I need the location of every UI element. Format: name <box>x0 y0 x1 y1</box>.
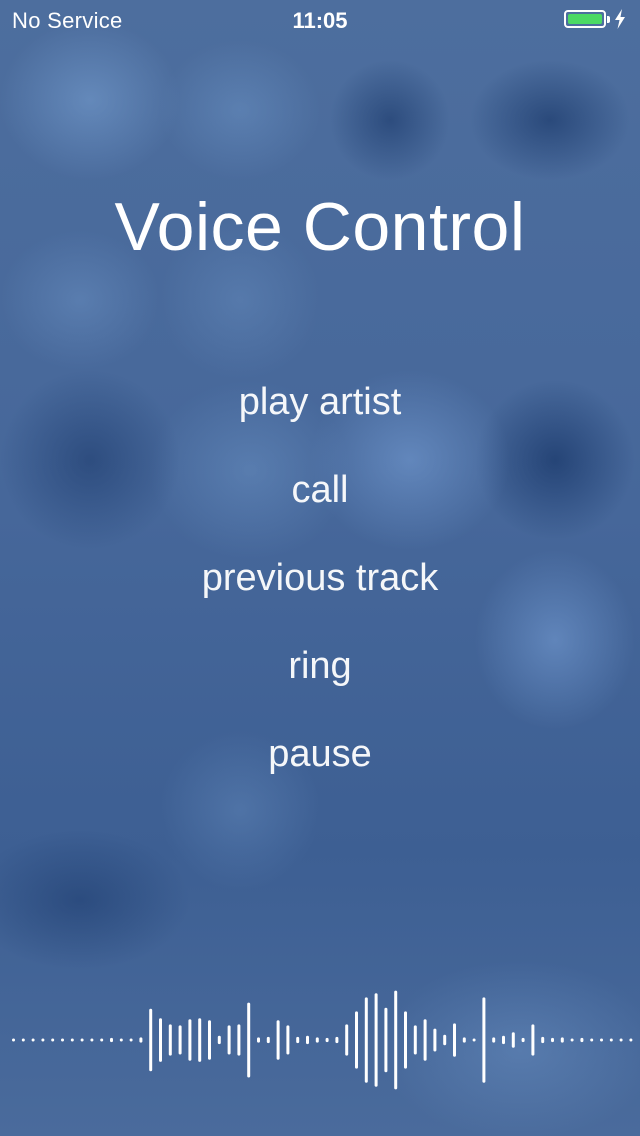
waveform-bar <box>257 1037 260 1043</box>
waveform-bar <box>227 1025 231 1055</box>
waveform-graphic <box>12 990 633 1090</box>
waveform-bar <box>159 1018 162 1062</box>
waveform-bar <box>325 1037 329 1043</box>
battery-level-fill <box>568 14 602 24</box>
waveform-bar <box>609 1038 613 1042</box>
waveform-bar <box>139 1037 143 1043</box>
waveform-bar <box>580 1037 584 1043</box>
waveform-bar <box>70 1038 74 1042</box>
command-suggestion-list: play artist call previous track ring pau… <box>0 372 640 812</box>
waveform-bar <box>413 1025 417 1055</box>
waveform-bar <box>168 1024 172 1056</box>
waveform-bar <box>551 1037 554 1043</box>
status-bar: No Service 11:05 <box>0 0 640 40</box>
waveform-bar <box>61 1038 64 1042</box>
waveform-bar <box>560 1037 564 1043</box>
waveform-bar <box>629 1038 633 1042</box>
command-suggestion-previous-track: previous track <box>201 557 439 599</box>
waveform-bar <box>364 997 368 1083</box>
waveform-bar <box>31 1038 35 1042</box>
command-suggestion-call: call <box>291 469 349 511</box>
battery-body <box>564 10 606 28</box>
waveform-bar <box>80 1038 84 1042</box>
status-time: 11:05 <box>292 8 348 33</box>
waveform-bar <box>21 1038 25 1042</box>
waveform-bar <box>178 1025 182 1055</box>
waveform-bar <box>482 997 486 1083</box>
waveform-bar <box>462 1037 466 1043</box>
waveform-bar <box>521 1037 525 1043</box>
command-suggestion-pause: pause <box>268 733 372 775</box>
waveform-bar <box>590 1038 594 1042</box>
waveform-bar <box>345 1024 349 1056</box>
voice-control-title: Voice Control <box>114 189 526 265</box>
command-suggestion-play-artist: play artist <box>238 381 402 423</box>
waveform-bar <box>394 990 398 1090</box>
waveform-bar <box>335 1036 339 1044</box>
waveform-bar <box>315 1037 319 1043</box>
battery-nub <box>607 16 610 23</box>
waveform-bar <box>531 1024 535 1056</box>
waveform-bar <box>472 1038 476 1042</box>
waveform-bar <box>247 1002 251 1078</box>
command-suggestion-ring: ring <box>288 645 352 687</box>
waveform-bar <box>208 1020 211 1060</box>
charging-bolt-icon <box>615 9 625 29</box>
battery-icon <box>564 9 628 32</box>
waveform-bar <box>492 1037 496 1043</box>
waveform-bar <box>306 1035 309 1045</box>
waveform-bar <box>12 1038 15 1042</box>
waveform-bar <box>511 1032 515 1048</box>
waveform-bar <box>51 1038 55 1042</box>
waveform-bar <box>149 1008 153 1072</box>
waveform-bar <box>198 1018 202 1062</box>
waveform-bar <box>129 1038 133 1042</box>
waveform-bar <box>443 1034 447 1046</box>
voice-waveform <box>0 980 640 1100</box>
waveform-bar <box>100 1038 104 1042</box>
waveform-bar <box>404 1011 407 1069</box>
waveform-bar <box>276 1020 280 1060</box>
waveform-bar <box>90 1038 94 1042</box>
waveform-bar <box>355 1011 358 1069</box>
waveform-bar <box>600 1038 603 1042</box>
waveform-bar <box>502 1035 505 1045</box>
waveform-bar <box>237 1024 241 1056</box>
waveform-bar <box>217 1035 221 1045</box>
waveform-bar <box>619 1038 623 1042</box>
waveform-bar <box>433 1028 437 1052</box>
waveform-bar <box>541 1036 545 1044</box>
waveform-bar <box>188 1019 192 1061</box>
waveform-bar <box>119 1038 123 1042</box>
waveform-bar <box>41 1038 45 1042</box>
waveform-bar <box>266 1036 270 1044</box>
waveform-bar <box>296 1036 300 1044</box>
waveform-bar <box>374 993 378 1087</box>
waveform-bar <box>110 1037 113 1043</box>
waveform-bar <box>570 1038 574 1042</box>
waveform-bar <box>286 1025 290 1055</box>
waveform-bar <box>423 1019 427 1061</box>
waveform-bar <box>384 1007 388 1073</box>
waveform-bar <box>453 1023 456 1057</box>
